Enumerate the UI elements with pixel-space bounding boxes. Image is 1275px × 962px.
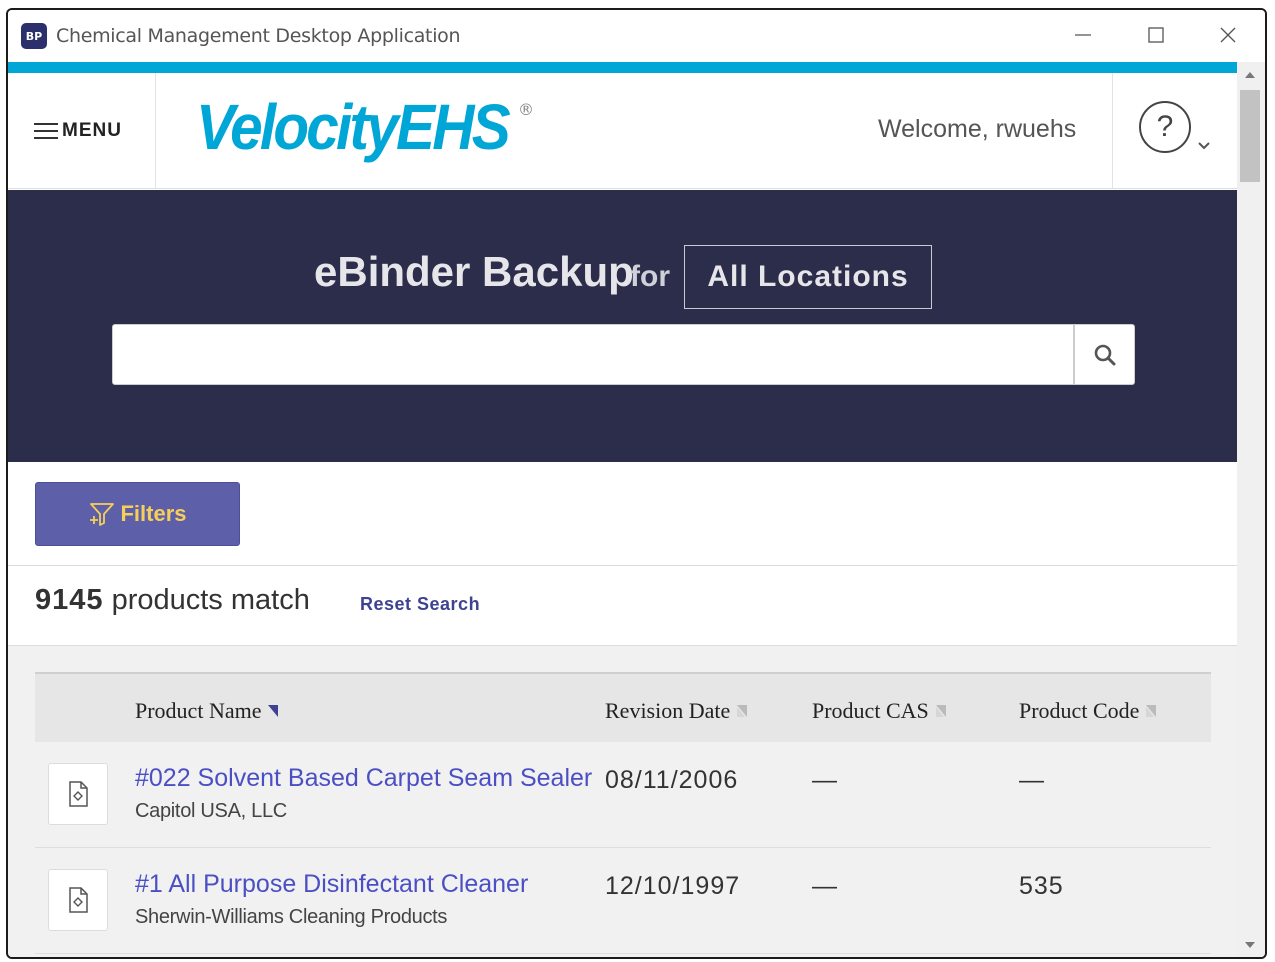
sort-icon <box>935 705 946 717</box>
sort-descending-icon <box>268 705 279 717</box>
product-name-link[interactable]: #1 All Purpose Disinfectant Cleaner <box>135 870 528 899</box>
scroll-thumb[interactable] <box>1240 90 1260 182</box>
page-title: eBinder Backup <box>314 248 634 295</box>
registered-mark: ® <box>518 100 534 119</box>
scroll-up-icon[interactable] <box>1244 70 1256 80</box>
column-label: Revision Date <box>605 698 731 723</box>
search-button[interactable] <box>1074 324 1135 385</box>
result-count-label: products match <box>111 584 310 616</box>
minimize-icon <box>1075 34 1091 36</box>
product-cas: — <box>812 872 838 900</box>
vertical-scrollbar[interactable] <box>1237 62 1265 957</box>
menu-label: MENU <box>62 120 122 141</box>
table-header: Product Name Revision Date Product CAS P… <box>35 672 1211 742</box>
help-icon: ? <box>1139 101 1191 153</box>
hamburger-icon <box>34 123 58 139</box>
product-manufacturer: Capitol USA, LLC <box>135 800 287 822</box>
menu-button[interactable]: MENU <box>8 73 156 189</box>
chevron-down-icon <box>1198 142 1210 150</box>
maximize-button[interactable] <box>1136 20 1176 50</box>
sort-icon <box>1146 705 1157 717</box>
column-header-product-code[interactable]: Product Code <box>1019 698 1157 724</box>
app-window: BP Chemical Management Desktop Applicati… <box>6 8 1267 959</box>
column-label: Product Code <box>1019 698 1140 723</box>
app-header: MENU VelocityEHS ® Welcome, rwuehs ? <box>8 73 1237 189</box>
document-icon <box>69 781 88 807</box>
revision-date: 08/11/2006 <box>605 766 739 794</box>
results-area: Product Name Revision Date Product CAS P… <box>8 646 1237 957</box>
window-title: Chemical Management Desktop Application <box>56 25 461 47</box>
product-name-link[interactable]: #022 Solvent Based Carpet Seam Sealer <box>135 764 592 793</box>
result-count: 9145 products match <box>35 584 310 617</box>
welcome-message: Welcome, rwuehs <box>878 115 1077 143</box>
column-label: Product Name <box>135 698 262 723</box>
velocityehs-logo[interactable]: VelocityEHS ® <box>194 87 554 177</box>
sort-icon <box>737 705 748 717</box>
document-icon <box>69 887 88 913</box>
maximize-icon <box>1148 27 1164 43</box>
help-glyph: ? <box>1156 110 1174 143</box>
revision-date: 12/10/1997 <box>605 872 741 900</box>
search-hero: eBinder Backup for All Locations <box>8 190 1237 462</box>
minimize-button[interactable] <box>1063 20 1103 50</box>
close-icon <box>1220 27 1236 43</box>
accent-bar <box>8 62 1237 73</box>
column-header-product-cas[interactable]: Product CAS <box>812 698 947 724</box>
scroll-down-icon[interactable] <box>1244 940 1256 950</box>
column-label: Product CAS <box>812 698 929 723</box>
column-header-product-name[interactable]: Product Name <box>135 698 279 724</box>
for-label: for <box>630 260 670 293</box>
search-input[interactable] <box>112 324 1074 385</box>
filters-button[interactable]: Filters <box>35 482 240 546</box>
result-count-number: 9145 <box>35 584 104 616</box>
help-menu[interactable]: ? <box>1112 73 1237 189</box>
reset-search-link[interactable]: Reset Search <box>360 594 480 615</box>
search-icon <box>1094 344 1115 365</box>
view-sds-button[interactable] <box>48 763 108 825</box>
title-bar: BP Chemical Management Desktop Applicati… <box>8 10 1265 62</box>
filters-label: Filters <box>120 501 187 526</box>
product-manufacturer: Sherwin-Williams Cleaning Products <box>135 906 448 928</box>
product-code: 535 <box>1019 872 1064 900</box>
results-table: Product Name Revision Date Product CAS P… <box>35 672 1211 954</box>
divider <box>8 565 1237 566</box>
table-row: #022 Solvent Based Carpet Seam Sealer Ca… <box>35 742 1211 848</box>
location-selector[interactable]: All Locations <box>684 245 932 309</box>
app-icon: BP <box>21 23 47 49</box>
close-button[interactable] <box>1208 20 1248 50</box>
logo-text: VelocityEHS <box>196 91 511 163</box>
product-cas: — <box>812 766 838 794</box>
table-row: #1 All Purpose Disinfectant Cleaner Sher… <box>35 848 1211 954</box>
filter-icon <box>90 503 115 526</box>
column-header-revision-date[interactable]: Revision Date <box>605 698 748 724</box>
product-code: — <box>1019 766 1045 794</box>
view-sds-button[interactable] <box>48 869 108 931</box>
